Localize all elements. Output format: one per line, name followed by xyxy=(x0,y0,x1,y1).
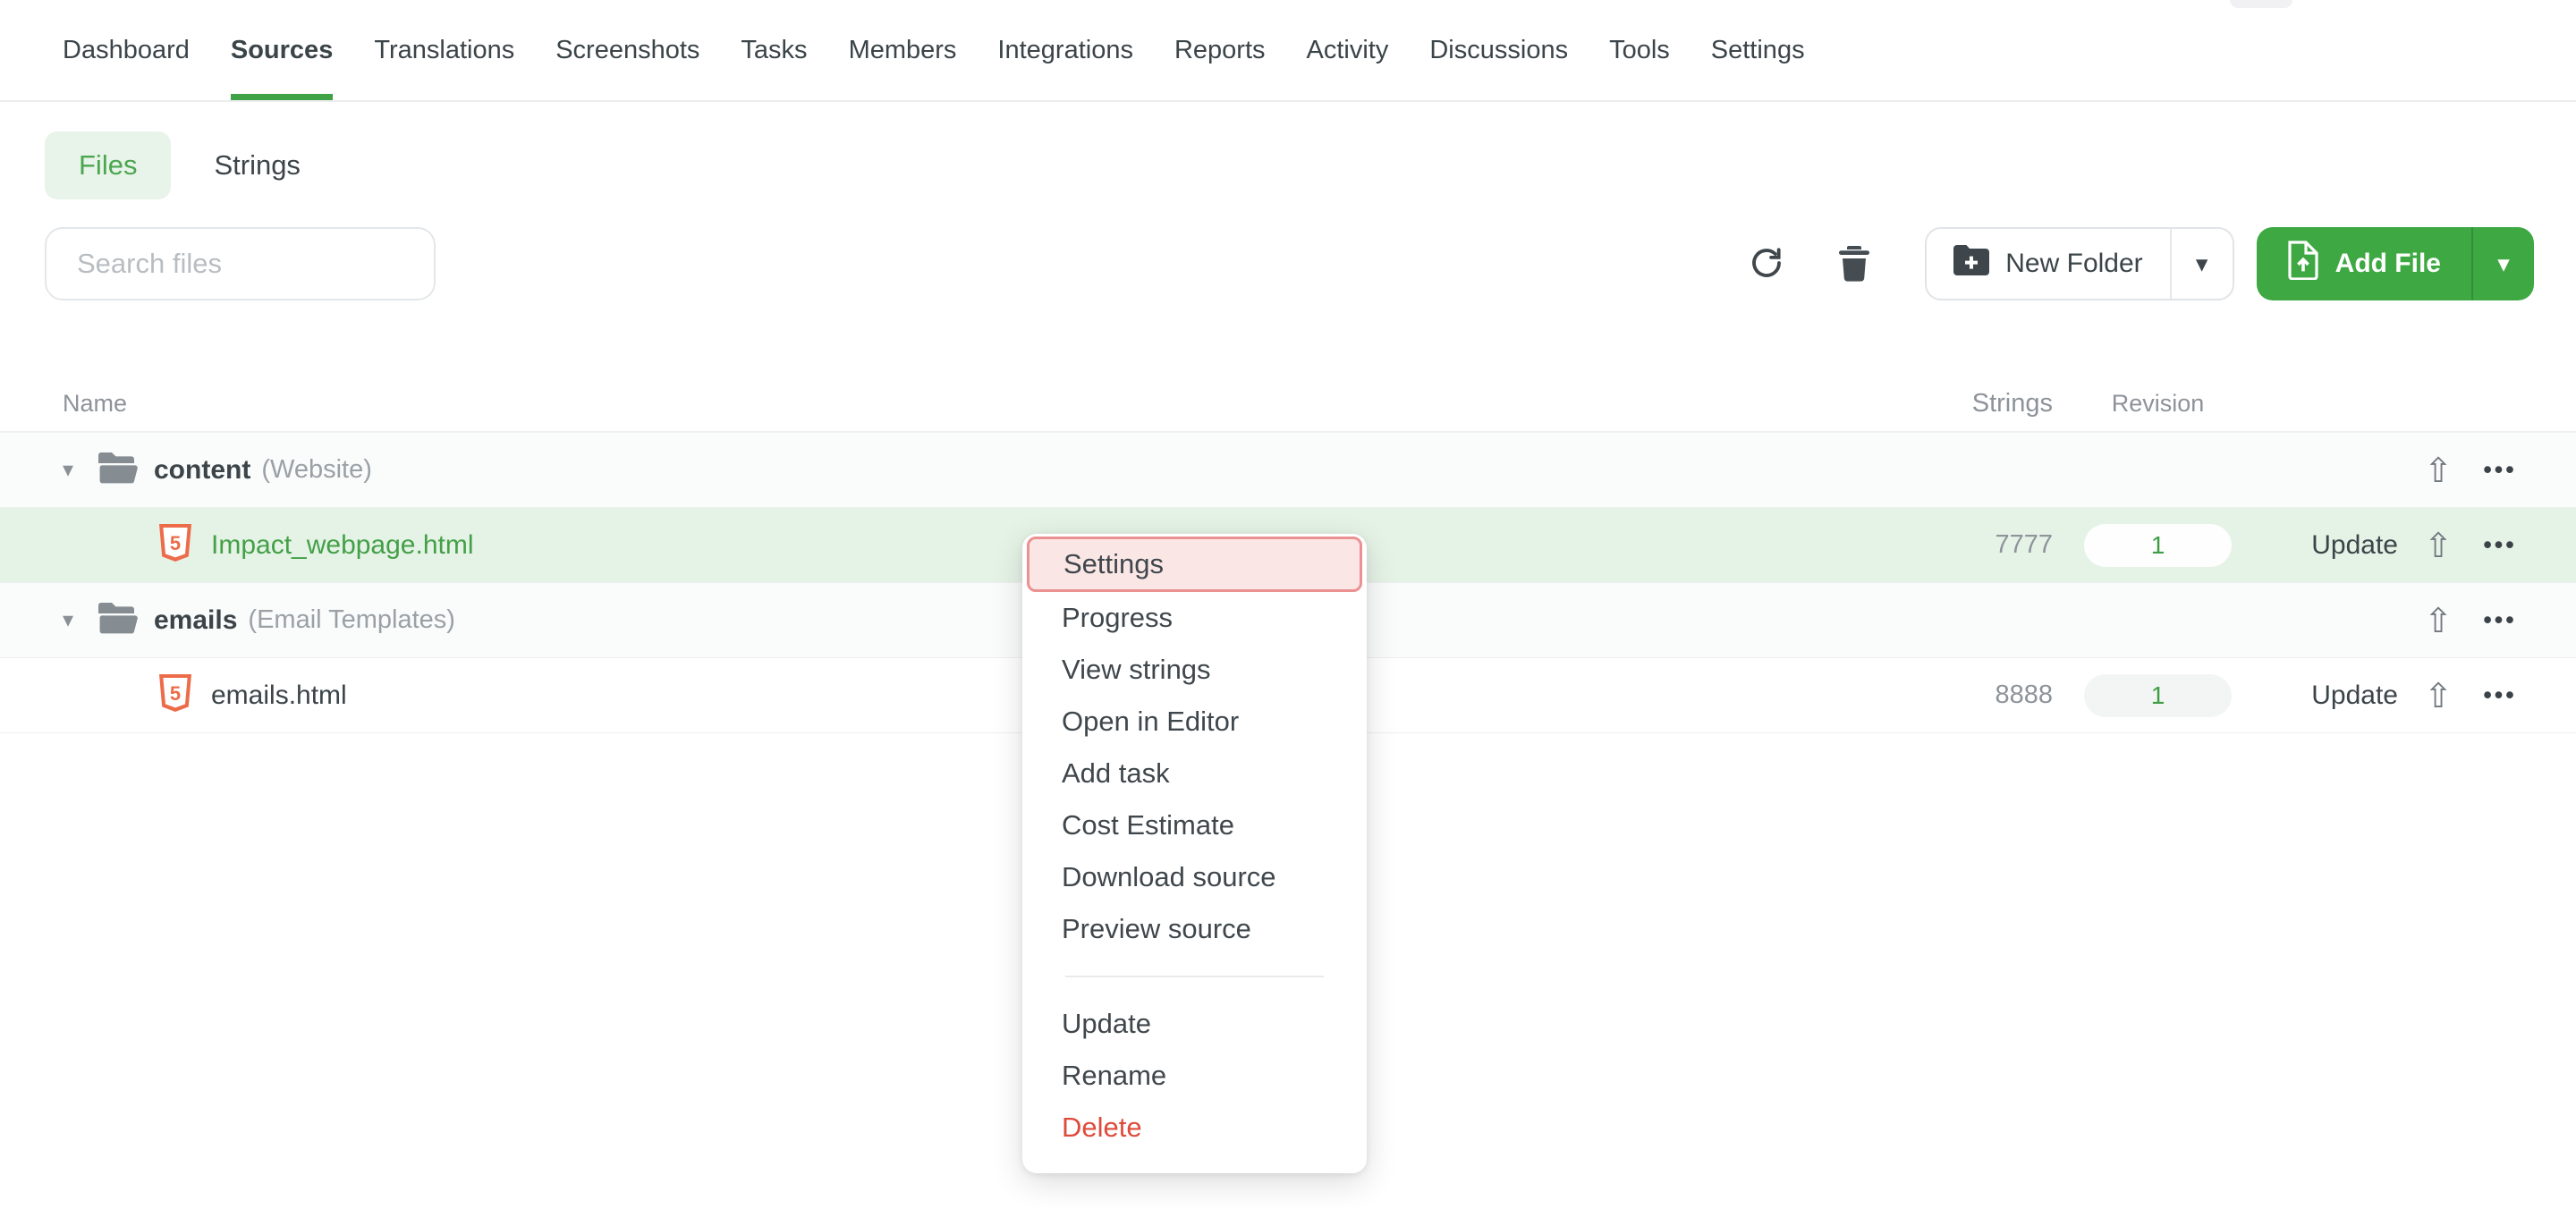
more-actions-icon[interactable]: ••• xyxy=(2483,456,2516,484)
add-file-button[interactable]: Add File xyxy=(2257,227,2471,300)
files-toolbar: New Folder ▾ Add File ▾ xyxy=(45,227,2534,300)
file-context-menu: Settings Progress View strings Open in E… xyxy=(1022,534,1367,1173)
context-menu-item-cost-estimate[interactable]: Cost Estimate xyxy=(1022,799,1367,851)
nav-item-sources[interactable]: Sources xyxy=(231,0,333,100)
folder-plus-icon xyxy=(1953,245,1989,283)
column-header-revision: Revision xyxy=(2084,390,2232,418)
collapse-caret-icon[interactable]: ▾ xyxy=(63,607,82,633)
context-menu-divider xyxy=(1065,976,1324,977)
context-menu-item-view-strings[interactable]: View strings xyxy=(1022,644,1367,696)
context-menu-item-download-source[interactable]: Download source xyxy=(1022,851,1367,903)
table-row-folder-content[interactable]: ▾ content (Website) ⇧ ••• xyxy=(0,433,2576,508)
more-actions-icon[interactable]: ••• xyxy=(2483,531,2516,559)
new-folder-button[interactable]: New Folder xyxy=(1927,229,2169,299)
svg-text:5: 5 xyxy=(170,682,181,705)
add-file-split-button: Add File ▾ xyxy=(2257,227,2534,300)
nav-item-tools[interactable]: Tools xyxy=(1609,0,1670,100)
html5-file-icon: 5 xyxy=(159,524,191,566)
folder-icon xyxy=(97,601,138,639)
svg-text:5: 5 xyxy=(170,532,181,554)
chevron-down-icon: ▾ xyxy=(2196,250,2208,278)
html5-file-icon: 5 xyxy=(159,674,191,716)
collapse-caret-icon[interactable]: ▾ xyxy=(63,457,82,483)
context-menu-item-update[interactable]: Update xyxy=(1022,998,1367,1050)
nav-item-settings[interactable]: Settings xyxy=(1711,0,1805,100)
upload-icon[interactable]: ⇧ xyxy=(2424,679,2453,713)
file-name[interactable]: emails.html xyxy=(211,681,347,711)
context-menu-item-delete[interactable]: Delete xyxy=(1022,1102,1367,1154)
chevron-down-icon: ▾ xyxy=(2497,250,2510,278)
folder-note: (Website) xyxy=(261,455,372,485)
nav-item-tasks[interactable]: Tasks xyxy=(741,0,807,100)
folder-note: (Email Templates) xyxy=(248,605,455,635)
nav-item-discussions[interactable]: Discussions xyxy=(1429,0,1568,100)
context-menu-item-progress[interactable]: Progress xyxy=(1022,592,1367,644)
nav-item-members[interactable]: Members xyxy=(849,0,957,100)
context-menu-item-settings[interactable]: Settings xyxy=(1027,537,1362,592)
more-actions-icon[interactable]: ••• xyxy=(2483,606,2516,634)
nav-item-screenshots[interactable]: Screenshots xyxy=(555,0,699,100)
nav-item-dashboard[interactable]: Dashboard xyxy=(63,0,190,100)
column-header-name: Name xyxy=(0,390,1932,418)
more-actions-icon[interactable]: ••• xyxy=(2483,681,2516,709)
folder-name[interactable]: emails xyxy=(154,605,237,636)
search-input[interactable] xyxy=(45,227,436,300)
delete-button[interactable] xyxy=(1837,244,1871,284)
tab-files[interactable]: Files xyxy=(45,131,171,199)
update-link[interactable]: Update xyxy=(2232,530,2411,561)
upload-icon[interactable]: ⇧ xyxy=(2424,604,2453,638)
nav-item-integrations[interactable]: Integrations xyxy=(997,0,1133,100)
table-header: Name Strings Revision xyxy=(0,376,2576,433)
upload-icon[interactable]: ⇧ xyxy=(2424,528,2453,562)
folder-icon xyxy=(97,451,138,489)
top-nav: Dashboard Sources Translations Screensho… xyxy=(0,0,2576,102)
nav-item-reports[interactable]: Reports xyxy=(1174,0,1266,100)
revision-badge: 1 xyxy=(2084,674,2232,717)
nav-item-activity[interactable]: Activity xyxy=(1307,0,1389,100)
file-upload-icon xyxy=(2287,241,2319,287)
sources-subtabs: Files Strings xyxy=(45,131,2576,199)
new-folder-label: New Folder xyxy=(2005,249,2142,279)
add-file-label: Add File xyxy=(2335,249,2441,279)
upload-icon[interactable]: ⇧ xyxy=(2424,453,2453,487)
update-link[interactable]: Update xyxy=(2232,681,2411,711)
strings-count: 7777 xyxy=(1932,530,2084,560)
context-menu-item-open-in-editor[interactable]: Open in Editor xyxy=(1022,696,1367,748)
revision-badge: 1 xyxy=(2084,524,2232,567)
new-folder-split-button: New Folder ▾ xyxy=(1925,227,2233,300)
trash-icon xyxy=(1837,244,1871,284)
new-folder-dropdown-toggle[interactable]: ▾ xyxy=(2170,229,2233,299)
refresh-icon xyxy=(1748,244,1785,284)
context-menu-item-rename[interactable]: Rename xyxy=(1022,1050,1367,1102)
context-menu-item-add-task[interactable]: Add task xyxy=(1022,748,1367,799)
folder-name[interactable]: content xyxy=(154,455,250,486)
context-menu-item-preview-source[interactable]: Preview source xyxy=(1022,903,1367,955)
nav-item-translations[interactable]: Translations xyxy=(374,0,514,100)
add-file-dropdown-toggle[interactable]: ▾ xyxy=(2471,227,2534,300)
file-name[interactable]: Impact_webpage.html xyxy=(211,530,474,561)
strings-count: 8888 xyxy=(1932,681,2084,710)
column-header-strings: Strings xyxy=(1932,389,2084,418)
tab-strings[interactable]: Strings xyxy=(214,149,300,182)
refresh-button[interactable] xyxy=(1748,244,1785,284)
